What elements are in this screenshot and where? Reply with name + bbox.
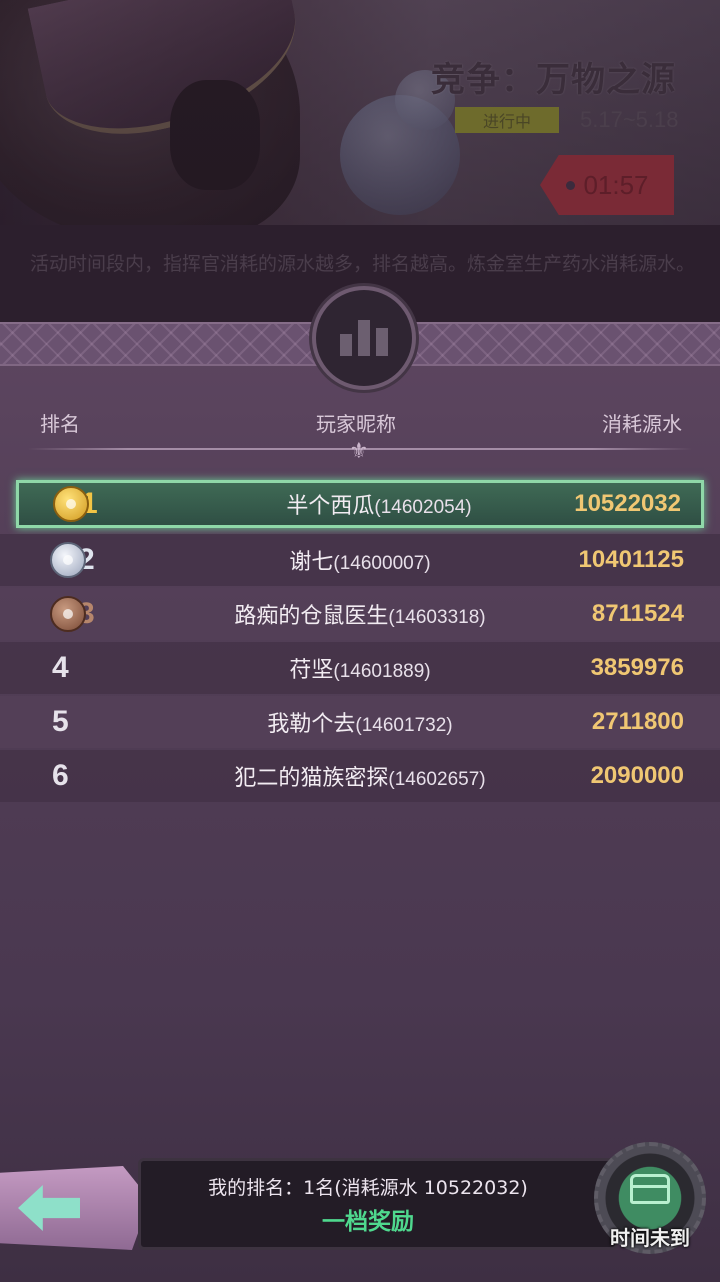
player-name-cell: 我勒个去(14601732): [160, 706, 560, 738]
water-consumed: 2090000: [590, 762, 684, 789]
rank-cell: 3: [50, 588, 110, 640]
back-button[interactable]: [0, 1166, 150, 1250]
event-date-range: 5.17~5.18: [580, 107, 679, 132]
player-name-cell: 苻坚(14601889): [160, 652, 560, 684]
player-id: (14602054): [374, 497, 472, 518]
player-name: 半个西瓜: [286, 494, 375, 519]
table-row[interactable]: 1 半个西瓜(14602054) 10522032: [16, 480, 704, 528]
water-consumed: 8711524: [591, 600, 684, 627]
table-row[interactable]: 6 犯二的猫族密探(14602657) 2090000: [0, 750, 720, 802]
back-arrow-icon: [18, 1185, 80, 1231]
status-badge: 进行中: [455, 107, 559, 133]
my-rank-text: 我的排名：1名(消耗源水 10522032): [208, 1177, 528, 1199]
chart-bar: [340, 334, 352, 356]
player-name: 谢七: [289, 550, 334, 575]
chart-bar: [376, 328, 388, 356]
rank-number: 4: [52, 651, 69, 684]
reward-tier-link[interactable]: 一档奖励: [138, 1202, 598, 1236]
table-row[interactable]: 3 路痴的仓鼠医生(14603318) 8711524: [0, 588, 720, 640]
fleur-de-lis-icon: ⚜: [349, 439, 369, 464]
treasure-chest-icon: [630, 1174, 670, 1204]
countdown-text: 01:57: [583, 169, 649, 200]
water-consumed: 2711800: [591, 708, 684, 735]
rank-cell: 4: [50, 642, 110, 694]
rank-number: 5: [52, 705, 69, 738]
claim-reward-label: 时间未到: [610, 1226, 690, 1250]
player-id: (14602657): [388, 769, 486, 790]
countdown-tag: 01:57: [540, 155, 674, 215]
rank-cell: 2: [50, 534, 110, 586]
bronze-medal-icon: [50, 596, 86, 632]
player-name-cell: 路痴的仓鼠医生(14603318): [160, 598, 560, 630]
column-header-value: 消耗源水: [602, 412, 682, 436]
player-id: (14601732): [355, 715, 453, 736]
player-name-cell: 半个西瓜(14602054): [179, 488, 579, 520]
player-name: 犯二的猫族密探: [234, 766, 389, 791]
column-header-name: 玩家昵称: [316, 412, 396, 436]
player-id: (14600007): [333, 553, 431, 574]
table-row[interactable]: 2 谢七(14600007) 10401125: [0, 534, 720, 586]
player-name-cell: 谢七(14600007): [160, 544, 560, 576]
chart-bar: [358, 320, 370, 356]
column-header-rank: 排名: [40, 412, 80, 436]
event-description: 活动时间段内，指挥官消耗的源水越多，排名越高。炼金室生产药水消耗源水。: [30, 253, 696, 275]
player-name: 我勒个去: [267, 712, 356, 737]
rank-cell: 1: [53, 483, 113, 525]
bar-chart-icon: [312, 286, 416, 390]
table-row[interactable]: 4 苻坚(14601889) 3859976: [0, 642, 720, 694]
silver-medal-icon: [50, 542, 86, 578]
rank-cell: 6: [50, 750, 110, 802]
water-consumed: 3859976: [590, 654, 684, 681]
rank-number: 6: [52, 759, 69, 792]
event-title: 竞争：万物之源: [431, 60, 676, 100]
gold-medal-icon: [53, 486, 89, 522]
table-row[interactable]: 5 我勒个去(14601732) 2711800: [0, 696, 720, 748]
player-name: 苻坚: [289, 658, 334, 683]
player-name: 路痴的仓鼠医生: [234, 604, 389, 629]
player-name-cell: 犯二的猫族密探(14602657): [160, 760, 560, 792]
rank-cell: 5: [50, 696, 110, 748]
water-consumed: 10522032: [574, 490, 681, 517]
player-id: (14601889): [333, 661, 431, 682]
player-id: (14603318): [388, 607, 486, 628]
water-consumed: 10401125: [578, 546, 684, 573]
ranking-panel: [0, 322, 720, 1282]
tag-hole-icon: [566, 181, 575, 190]
